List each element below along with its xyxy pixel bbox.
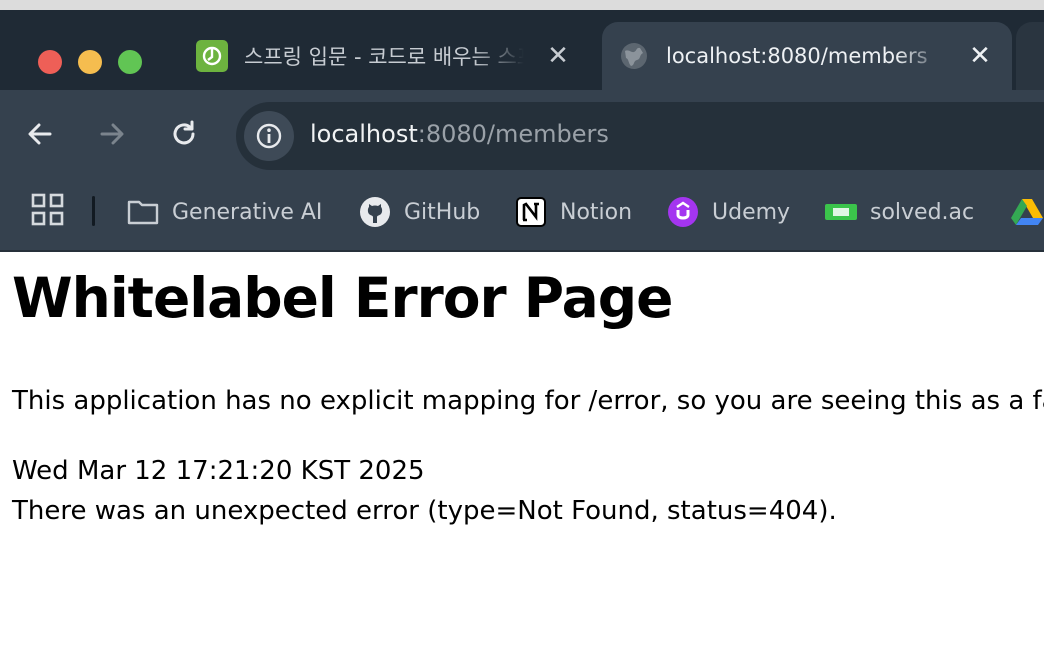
tab-close-icon[interactable]: ✕: [542, 43, 574, 69]
window-top-edge: [0, 0, 1044, 10]
fullscreen-window-button[interactable]: [118, 50, 142, 74]
close-window-button[interactable]: [38, 50, 62, 74]
tab-title: localhost:8080/members: [666, 44, 928, 68]
site-info-button[interactable]: [244, 111, 294, 161]
bookmark-notion[interactable]: Notion: [514, 192, 632, 232]
tab-close-icon[interactable]: ✕: [964, 43, 996, 69]
page-content: Whitelabel Error Page This application h…: [0, 252, 1044, 670]
bookmark-label: Notion: [560, 199, 633, 225]
bookmark-generative-ai[interactable]: Generative AI: [126, 192, 322, 232]
tab-spring[interactable]: 스프링 입문 - 코드로 배우는 스프링 부트 ✕: [180, 22, 600, 90]
arrow-right-icon: [100, 123, 124, 145]
google-drive-icon: [1010, 195, 1044, 229]
url-path: :8080/members: [417, 120, 609, 148]
bookmark-solvedac[interactable]: solved.ac: [824, 192, 974, 232]
solvedac-icon: [824, 195, 858, 229]
bookmark-label: Udemy: [712, 199, 791, 225]
url-host: localhost: [310, 120, 418, 148]
info-icon: [256, 123, 282, 149]
notion-icon: [514, 195, 548, 229]
bookmark-label: GitHub: [404, 199, 481, 225]
tab-localhost[interactable]: localhost:8080/members ✕: [602, 22, 1012, 90]
tab-title: 스프링 입문 - 코드로 배우는 스프링 부트: [244, 45, 524, 69]
error-detail: There was an unexpected error (type=Not …: [12, 496, 837, 526]
url-text[interactable]: localhost:8080/members: [310, 120, 609, 148]
toolbar: localhost:8080/members: [0, 90, 1044, 182]
reload-icon: [173, 120, 195, 145]
udemy-icon: [666, 195, 700, 229]
bookmark-github[interactable]: GitHub: [358, 192, 480, 232]
folder-icon: [126, 195, 160, 229]
bookmark-label: Generative AI: [172, 199, 323, 225]
error-timestamp: Wed Mar 12 17:21:20 KST 2025: [12, 456, 425, 486]
github-icon: [358, 195, 392, 229]
minimize-window-button[interactable]: [78, 50, 102, 74]
page-title: Whitelabel Error Page: [12, 266, 673, 330]
bookmark-label: solved.ac: [870, 199, 975, 225]
back-button[interactable]: [20, 114, 60, 154]
forward-button[interactable]: [92, 114, 132, 154]
next-tab-edge[interactable]: [1016, 22, 1044, 90]
error-description: This application has no explicit mapping…: [12, 386, 1044, 416]
apps-grid-icon[interactable]: [30, 192, 66, 228]
reload-button[interactable]: [164, 114, 204, 154]
bookmarks-divider: [92, 196, 95, 226]
arrow-left-icon: [28, 123, 52, 145]
address-bar[interactable]: localhost:8080/members: [236, 102, 1044, 170]
bookmark-google-drive[interactable]: [1010, 192, 1044, 232]
globe-icon: [618, 40, 650, 72]
bookmark-udemy[interactable]: Udemy: [666, 192, 790, 232]
spring-leaf-icon: [196, 40, 228, 72]
